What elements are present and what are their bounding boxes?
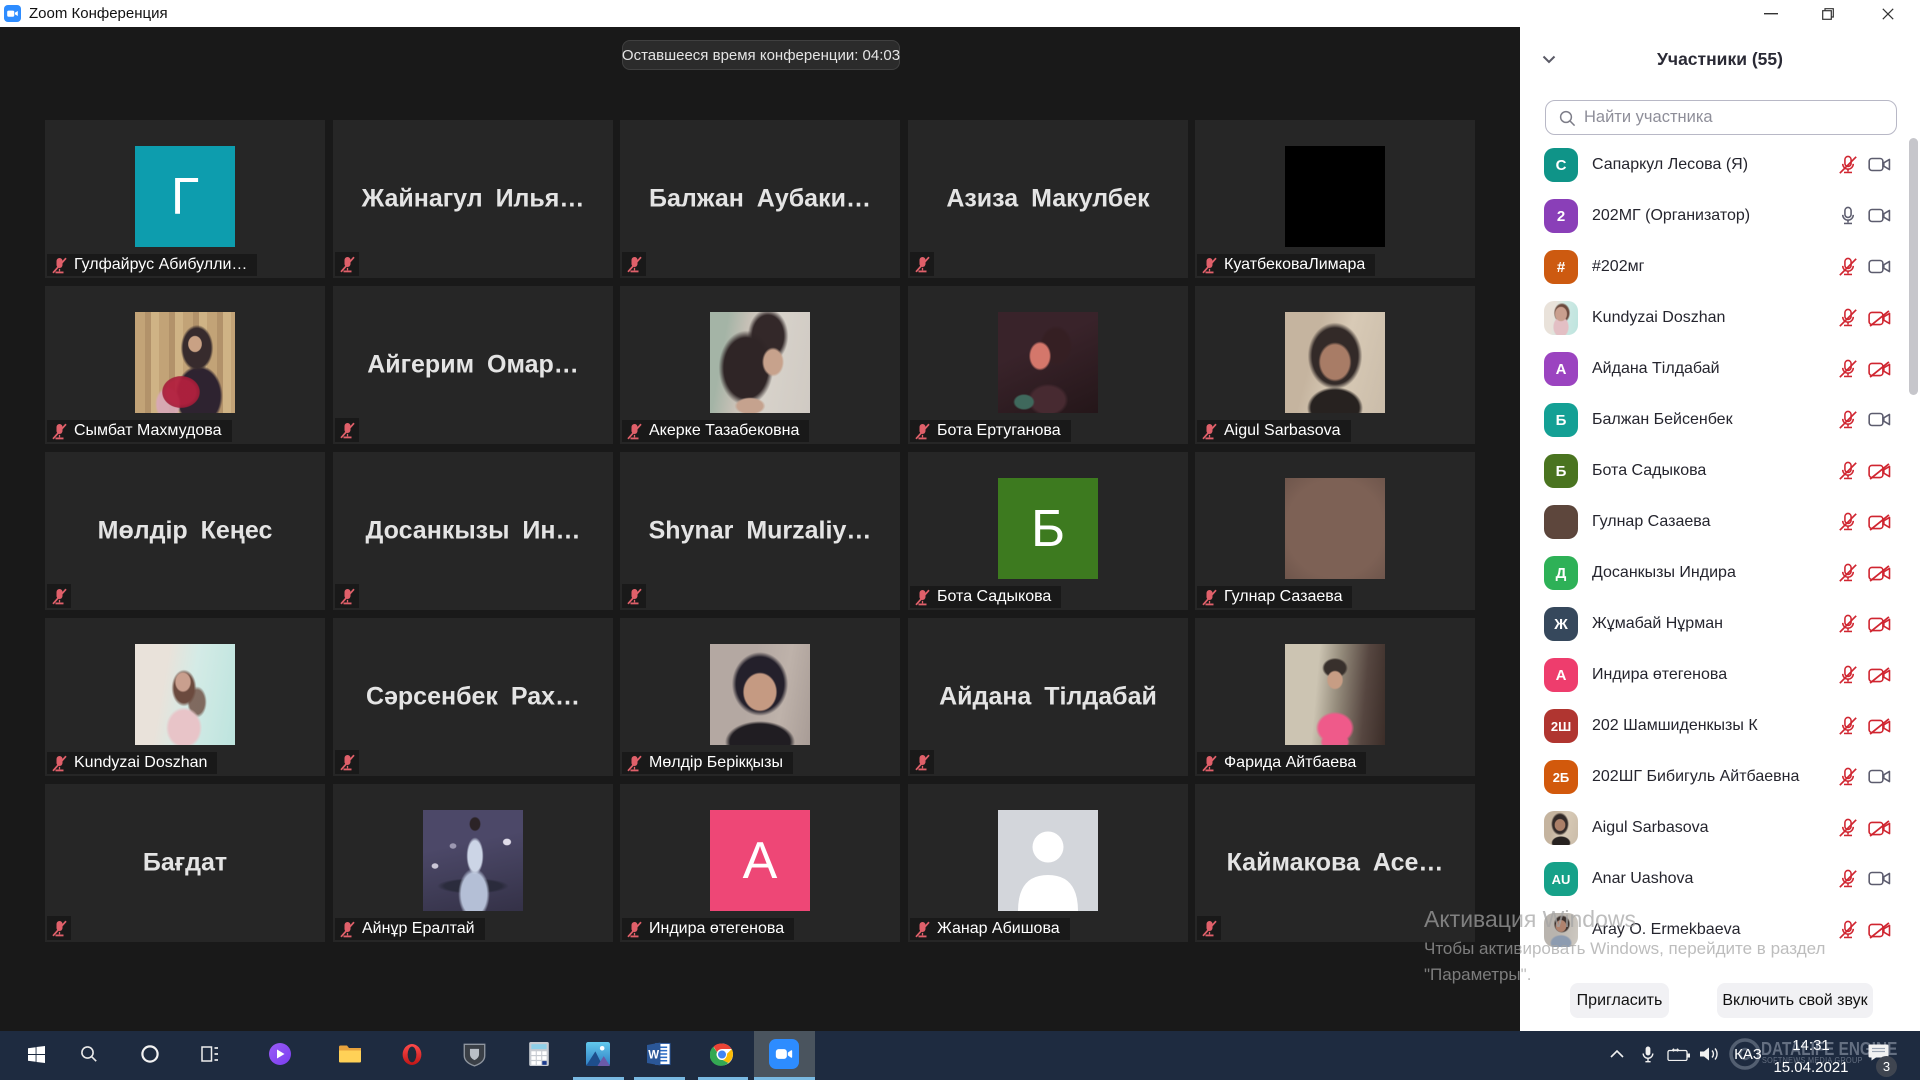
svg-text:W: W bbox=[648, 1049, 659, 1061]
